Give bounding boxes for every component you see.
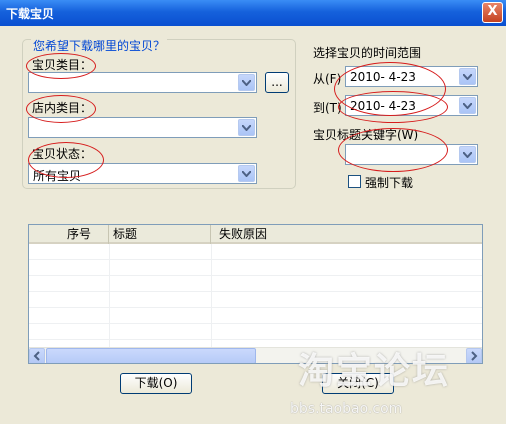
forum-watermark-url: bbs.taobao.com xyxy=(290,401,403,417)
download-dialog: 下载宝贝 X 您希望下载哪里的宝贝？ 宝贝类目： ... 店内类目： 宝贝状态：… xyxy=(0,0,506,424)
to-date-picker[interactable]: 2010- 4-23 xyxy=(345,95,478,116)
empty-row xyxy=(29,276,482,292)
scroll-left-button[interactable] xyxy=(29,348,45,363)
chevron-down-icon[interactable] xyxy=(238,165,255,182)
source-heading: 您希望下载哪里的宝贝？ xyxy=(31,37,168,54)
chevron-down-icon[interactable] xyxy=(459,97,476,114)
keyword-combo[interactable] xyxy=(345,144,478,165)
shop-category-combo[interactable] xyxy=(28,117,257,138)
close-icon: X xyxy=(487,4,498,19)
empty-row xyxy=(29,324,482,340)
chevron-right-icon xyxy=(471,351,478,361)
column-header-reason[interactable]: 失败原因 xyxy=(211,225,482,244)
chevron-left-icon xyxy=(33,351,40,361)
download-button-label: 下载(O) xyxy=(134,376,178,390)
keyword-label: 宝贝标题关键字(W) xyxy=(313,128,419,142)
status-value: 所有宝贝 xyxy=(33,169,82,183)
close-window-button[interactable]: X xyxy=(482,2,503,23)
empty-row xyxy=(29,260,482,276)
to-label: 到(T) xyxy=(313,101,342,115)
to-date-value: 2010- 4-23 xyxy=(350,99,416,113)
browse-label: ... xyxy=(271,75,283,89)
force-download-checkbox[interactable] xyxy=(348,175,361,188)
empty-row xyxy=(29,308,482,324)
download-button[interactable]: 下载(O) xyxy=(120,373,192,394)
empty-row xyxy=(29,292,482,308)
title-bar: 下载宝贝 X xyxy=(0,0,506,26)
shop-category-label: 店内类目： xyxy=(32,101,93,115)
chevron-down-icon[interactable] xyxy=(238,74,255,91)
chevron-down-icon[interactable] xyxy=(459,68,476,85)
column-header-title[interactable]: 标题 xyxy=(109,225,211,244)
category-label: 宝贝类目： xyxy=(32,58,93,72)
scroll-thumb[interactable] xyxy=(46,348,256,363)
status-label: 宝贝状态： xyxy=(32,147,93,161)
list-header: 序号 标题 失败原因 xyxy=(29,225,482,244)
from-date-picker[interactable]: 2010- 4-23 xyxy=(345,66,478,87)
scroll-right-button[interactable] xyxy=(466,348,482,363)
from-date-value: 2010- 4-23 xyxy=(350,70,416,84)
forum-watermark-logo: 淘宝论坛 xyxy=(298,351,451,392)
chevron-down-icon[interactable] xyxy=(459,146,476,163)
browse-category-button[interactable]: ... xyxy=(265,72,289,93)
from-label: 从(F) xyxy=(313,72,342,86)
force-download-label[interactable]: 强制下载 xyxy=(365,174,413,191)
window-title: 下载宝贝 xyxy=(6,7,55,21)
category-combo[interactable] xyxy=(28,72,257,93)
empty-row xyxy=(29,244,482,260)
column-header-index[interactable]: 序号 xyxy=(29,225,109,244)
status-combo[interactable]: 所有宝贝 xyxy=(28,163,257,184)
time-range-heading: 选择宝贝的时间范围 xyxy=(313,46,422,60)
chevron-down-icon[interactable] xyxy=(238,119,255,136)
